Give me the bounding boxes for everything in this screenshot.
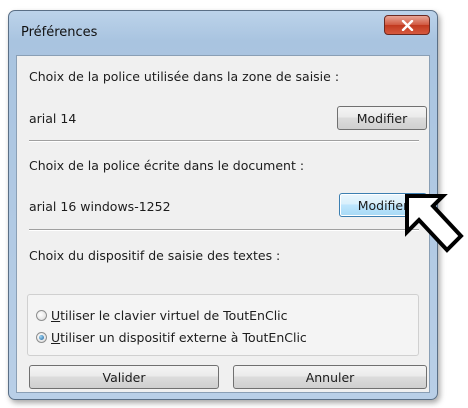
separator: [29, 140, 419, 142]
preferences-dialog: Préférences Choix de la police utilisée …: [8, 10, 438, 400]
dialog-body: Choix de la police utilisée dans la zone…: [16, 55, 430, 393]
radio-option-external-device[interactable]: Utiliser un dispositif externe à ToutEnC…: [36, 330, 307, 345]
radio-button-checked[interactable]: [36, 332, 47, 343]
input-font-label: Choix de la police utilisée dans la zone…: [29, 69, 340, 84]
document-font-value: arial 16 windows-1252: [29, 199, 171, 214]
radio-label: Utiliser un dispositif externe à ToutEnC…: [51, 330, 307, 345]
window-title: Préférences: [21, 25, 98, 40]
input-font-value: arial 14: [29, 111, 77, 126]
modify-input-font-button[interactable]: Modifier: [337, 106, 427, 130]
input-device-radio-group: Utiliser le clavier virtuel de ToutEnCli…: [27, 294, 419, 356]
pointer-arrow-icon: [405, 194, 464, 253]
validate-button[interactable]: Valider: [29, 365, 219, 389]
document-font-label: Choix de la police écrite dans le docume…: [29, 158, 305, 173]
radio-option-virtual-keyboard[interactable]: Utiliser le clavier virtuel de ToutEnCli…: [36, 308, 288, 323]
cancel-button[interactable]: Annuler: [233, 365, 427, 389]
radio-label: Utiliser le clavier virtuel de ToutEnCli…: [51, 308, 288, 323]
input-device-label: Choix du dispositif de saisie des textes…: [29, 248, 281, 263]
close-button[interactable]: [384, 15, 430, 35]
separator: [29, 229, 419, 231]
radio-button[interactable]: [36, 310, 47, 321]
close-icon: [401, 20, 414, 31]
